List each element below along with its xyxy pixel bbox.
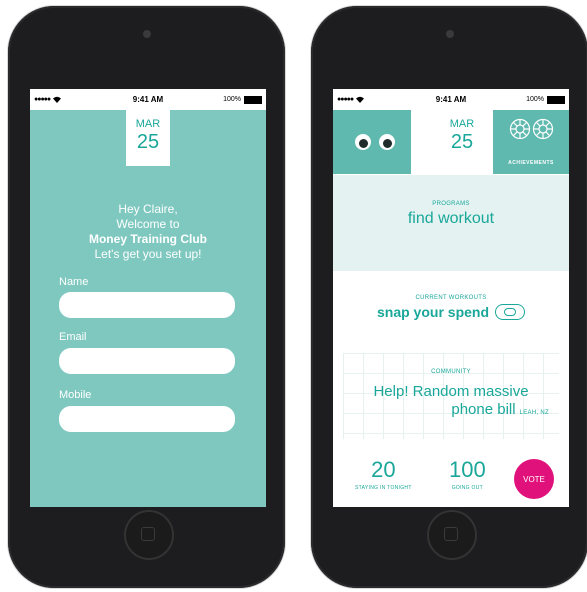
avatar-button[interactable]: [333, 110, 411, 174]
status-bar: ●●●●● 9:41 AM 100%: [333, 89, 569, 110]
achievements-button[interactable]: ACHIEVEMENTS: [493, 110, 569, 174]
mobile-field[interactable]: [59, 406, 235, 432]
date-month: MAR: [135, 118, 161, 130]
phone-left: ●●●●● 9:41 AM 100% MAR 25 Hey Claire, We…: [8, 6, 285, 588]
current-workouts-label: CURRENT WORKOUTS: [415, 295, 487, 301]
achievements-label: ACHIEVEMENTS: [508, 160, 554, 166]
date-badge: MAR 25: [126, 110, 170, 166]
home-button[interactable]: [426, 510, 477, 560]
camera-icon: [142, 30, 151, 38]
dashboard-screen: ●●●●● 9:41 AM 100% MAR 25 ACHIEVEMENTS P…: [333, 89, 569, 507]
club-name: Money Training Club: [88, 232, 207, 246]
mobile-label: Mobile: [59, 389, 92, 401]
community-label: COMMUNITY: [431, 369, 471, 375]
status-time: 9:41 AM: [435, 95, 467, 104]
stat-going-out: 100 GOING OUT: [449, 457, 486, 491]
email-label: Email: [59, 331, 87, 343]
vote-button[interactable]: VOTE: [514, 459, 554, 499]
eye-icon: [379, 134, 395, 150]
phone-right: ●●●●● 9:41 AM 100% MAR 25 ACHIEVEMENTS P…: [311, 6, 587, 588]
date-day: 25: [136, 131, 160, 153]
community-post-title: Help! Random massive: [373, 383, 529, 400]
stat-staying-in: 20 STAYING IN TONIGHT: [355, 457, 412, 491]
programs-card[interactable]: PROGRAMS find workout: [333, 175, 569, 271]
community-post-title-cont: phone bill: [451, 401, 516, 418]
signup-body: MAR 25 Hey Claire, Welcome to Money Trai…: [30, 110, 266, 507]
date-day: 25: [450, 131, 474, 153]
programs-title: find workout: [407, 210, 495, 227]
status-time: 9:41 AM: [132, 95, 164, 104]
current-workouts-title: snap your spend: [376, 304, 490, 320]
dashboard-header: MAR 25 ACHIEVEMENTS: [333, 110, 569, 174]
current-workouts-card[interactable]: CURRENT WORKOUTS snap your spend: [333, 295, 569, 322]
name-label: Name: [59, 276, 89, 288]
welcome-message: Hey Claire, Welcome to Money Training Cl…: [30, 202, 266, 262]
status-bar: ●●●●● 9:41 AM 100%: [30, 89, 266, 110]
community-post-author: LEAH, NZ: [519, 410, 549, 416]
name-field[interactable]: [59, 292, 235, 318]
toggle-icon[interactable]: [495, 304, 526, 320]
camera-icon: [445, 30, 454, 38]
programs-label: PROGRAMS: [432, 201, 470, 207]
achievement-badges-icon: [509, 118, 554, 140]
date-badge: MAR 25: [440, 110, 484, 174]
email-field[interactable]: [59, 348, 235, 374]
signup-screen: ●●●●● 9:41 AM 100% MAR 25 Hey Claire, We…: [30, 89, 266, 507]
date-month: MAR: [449, 118, 475, 130]
community-card[interactable]: COMMUNITY Help! Random massive phone bil…: [343, 353, 559, 439]
eye-icon: [355, 134, 371, 150]
home-button[interactable]: [123, 510, 174, 560]
